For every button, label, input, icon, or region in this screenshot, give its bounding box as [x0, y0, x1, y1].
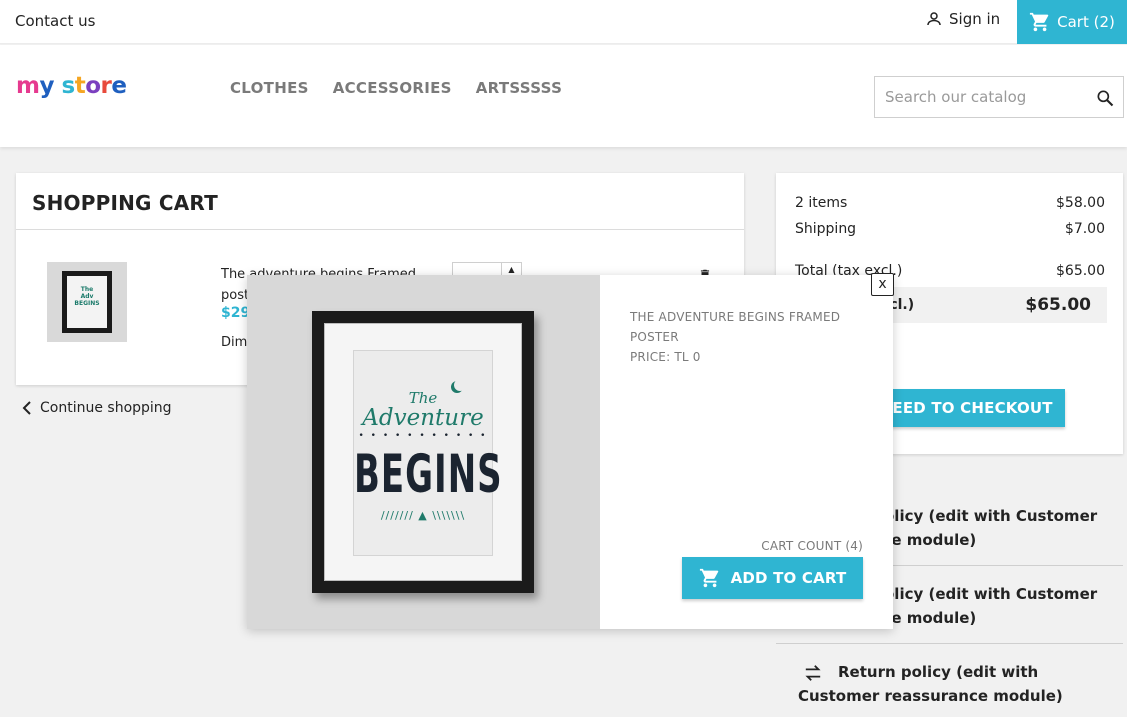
poster-frame: The Adventure • • • • • • • • • • • BEGI…: [312, 311, 534, 593]
moon-icon: [454, 379, 466, 391]
cart-label: Cart (2): [1057, 13, 1115, 31]
popup-product-title: THE ADVENTURE BEGINS FRAMED POSTER: [630, 310, 841, 344]
cart-button[interactable]: Cart (2): [1017, 0, 1127, 44]
product-thumbnail[interactable]: The Adv BEGINS: [47, 262, 127, 342]
contact-us-link[interactable]: Contact us: [15, 12, 95, 30]
product-quickview-modal: The Adventure • • • • • • • • • • • BEGI…: [247, 273, 894, 629]
divider: [776, 643, 1123, 644]
shipping-value: $7.00: [1064, 221, 1105, 237]
items-value: $58.00: [1056, 195, 1105, 211]
reassurance-text: Return policy (edit with Customer reassu…: [798, 663, 1063, 705]
sign-in-link[interactable]: Sign in: [925, 10, 1000, 28]
cart-title: SHOPPING CART: [32, 191, 218, 215]
items-row: 2 items $58.00: [795, 195, 1105, 211]
product-price: $29: [221, 305, 251, 321]
site-header: my store CLOTHES ACCESSORIES ARTSSSSS: [0, 45, 1127, 147]
search-box: [874, 76, 1124, 118]
popup-product-price: PRICE: TL 0: [630, 350, 701, 364]
poster-dots: • • • • • • • • • • •: [358, 431, 488, 441]
store-logo[interactable]: my store: [16, 73, 127, 99]
shipping-label: Shipping: [795, 221, 857, 237]
nav-accessories[interactable]: ACCESSORIES: [333, 79, 452, 97]
nav-clothes[interactable]: CLOTHES: [230, 79, 309, 97]
items-label: 2 items: [795, 195, 848, 211]
user-icon: [927, 12, 941, 26]
product-image: The Adventure • • • • • • • • • • • BEGI…: [247, 275, 600, 629]
shipping-row: Shipping $7.00: [795, 221, 1105, 237]
chevron-left-icon: [22, 401, 31, 415]
cart-icon: [1030, 12, 1049, 32]
total-excl-value: $65.00: [1056, 263, 1105, 279]
product-dimension-label: Dim: [221, 335, 248, 350]
sign-in-label: Sign in: [949, 10, 1001, 28]
add-to-cart-button[interactable]: ADD TO CART: [682, 557, 863, 599]
search-input[interactable]: [875, 77, 1085, 117]
search-icon[interactable]: [1095, 88, 1115, 108]
total-incl-value: $65.00: [1025, 295, 1091, 315]
continue-shopping-link[interactable]: Continue shopping: [22, 400, 172, 416]
popup-product-info: THE ADVENTURE BEGINS FRAMED POSTER PRICE…: [630, 307, 860, 367]
divider: [16, 229, 744, 230]
tent-icon: /////// ▲ \\\\\\\: [380, 509, 466, 522]
main-nav: CLOTHES ACCESSORIES ARTSSSSS: [230, 79, 562, 97]
cart-icon: [699, 568, 718, 588]
add-to-cart-label: ADD TO CART: [730, 569, 847, 587]
continue-shopping-label: Continue shopping: [40, 400, 172, 416]
cart-count: CART COUNT (4): [761, 539, 863, 553]
close-button[interactable]: x: [871, 273, 894, 296]
poster-adventure: Adventure: [362, 405, 484, 431]
poster-begins: BEGINS: [354, 444, 503, 506]
top-nav-bar: Contact us Sign in Cart (2): [0, 0, 1127, 44]
nav-art[interactable]: ARTSSSSS: [476, 79, 562, 97]
